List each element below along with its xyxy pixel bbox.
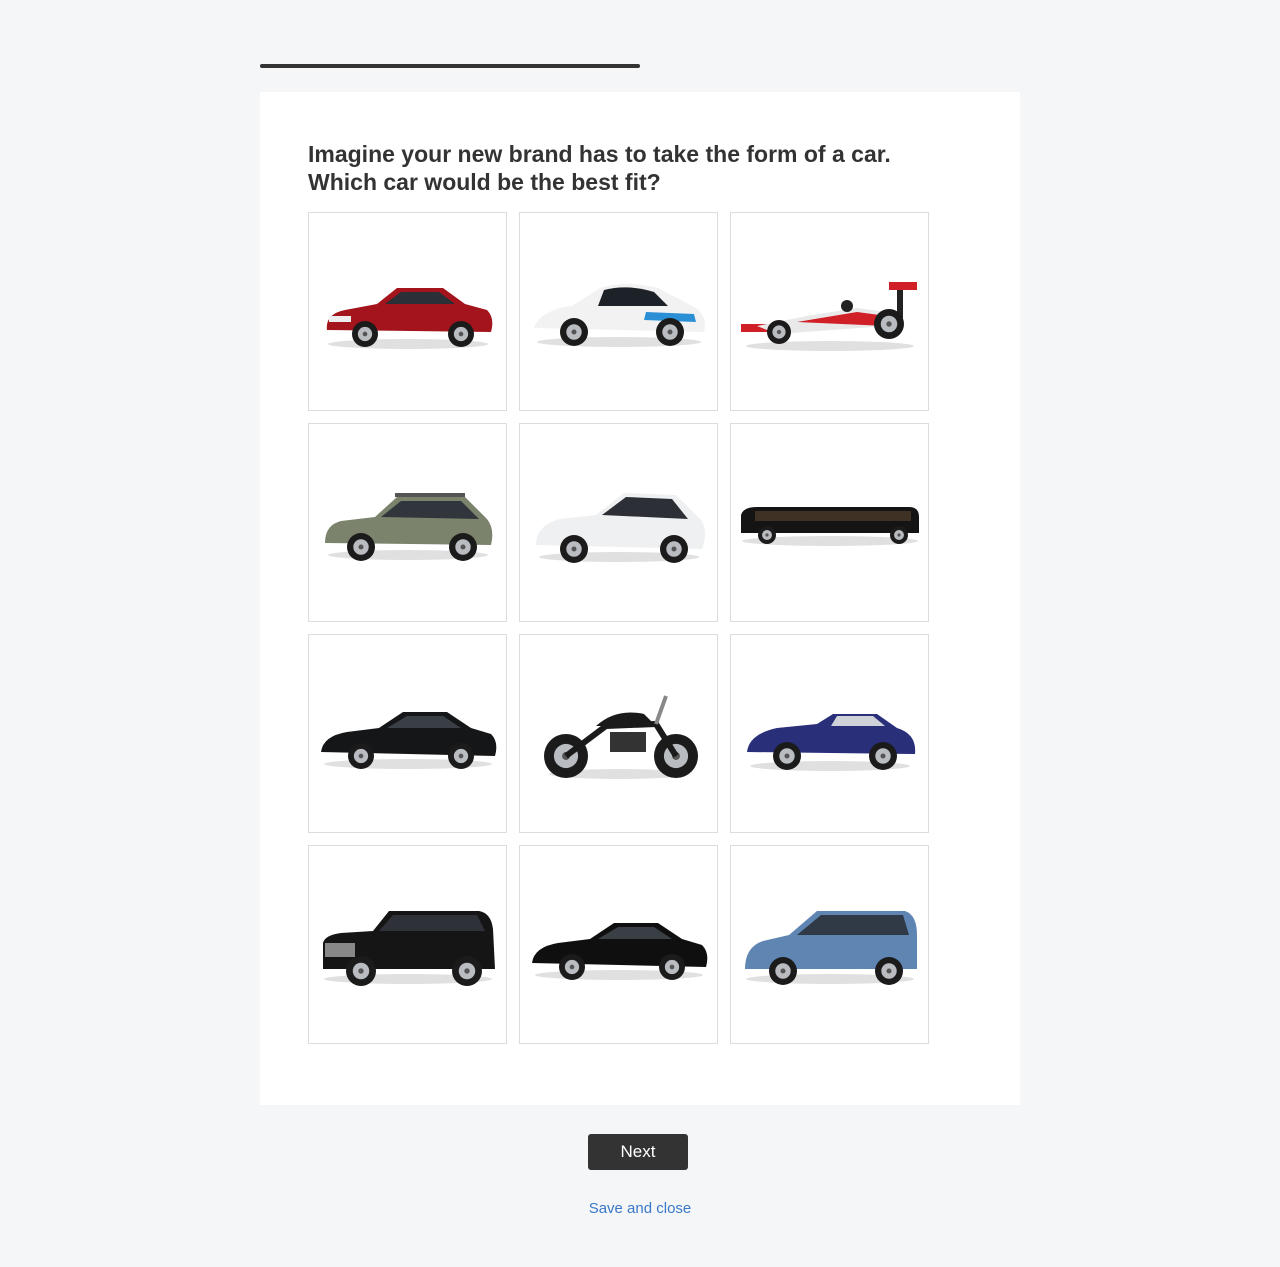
image-choice-grid xyxy=(308,212,929,1044)
next-button[interactable]: Next xyxy=(588,1134,688,1170)
image-option-6[interactable] xyxy=(730,423,929,622)
formula-one-car-icon xyxy=(737,252,923,372)
full-size-suv-icon xyxy=(315,885,501,1005)
electric-sedan-icon xyxy=(526,885,712,1005)
classic-muscle-car-icon xyxy=(315,252,501,372)
image-option-10[interactable] xyxy=(308,845,507,1044)
question-text: Imagine your new brand has to take the f… xyxy=(308,141,891,195)
luxury-sedan-icon xyxy=(315,674,501,794)
convertible-sports-car-icon xyxy=(737,674,923,794)
progress-bar-fill xyxy=(260,64,640,68)
image-option-7[interactable] xyxy=(308,634,507,833)
question-card: Imagine your new brand has to take the f… xyxy=(260,92,1020,1105)
image-option-3[interactable] xyxy=(730,212,929,411)
image-option-5[interactable] xyxy=(519,423,718,622)
motorcycle-icon xyxy=(526,674,712,794)
minivan-icon xyxy=(737,885,923,1005)
image-option-1[interactable] xyxy=(308,212,507,411)
save-and-close-link[interactable]: Save and close xyxy=(540,1200,740,1217)
image-option-9[interactable] xyxy=(730,634,929,833)
image-option-2[interactable] xyxy=(519,212,718,411)
progress-bar xyxy=(260,64,1020,68)
image-option-11[interactable] xyxy=(519,845,718,1044)
image-option-4[interactable] xyxy=(308,423,507,622)
concept-sports-car-icon xyxy=(526,252,712,372)
hybrid-hatchback-icon xyxy=(526,463,712,583)
station-wagon-icon xyxy=(315,463,501,583)
image-option-8[interactable] xyxy=(519,634,718,833)
stretch-limousine-icon xyxy=(737,463,923,583)
image-option-12[interactable] xyxy=(730,845,929,1044)
